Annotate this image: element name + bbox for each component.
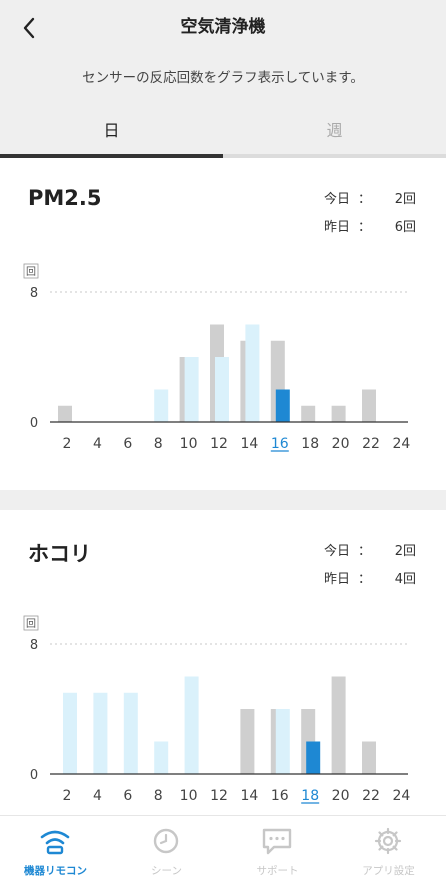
nav-remote[interactable]: 機器リモコン <box>0 816 111 888</box>
bar-current <box>275 389 290 422</box>
x-tick-label: 14 <box>240 788 258 804</box>
x-tick-label: 6 <box>123 788 132 804</box>
today-colon: ： <box>358 544 372 559</box>
tab-day[interactable]: 日 <box>0 112 223 158</box>
x-tick-label: 4 <box>93 788 102 804</box>
chat-icon <box>262 828 292 855</box>
pm25-card: PM2.5 今日 ： 2回 昨日 ： 6回 回 0 8 2 4 6 8 10 12 14 16 18 2… <box>0 158 446 490</box>
y-tick-label: 0 <box>30 416 38 431</box>
yesterday-stat: 昨日 ： 6回 <box>0 216 446 236</box>
nav-label: アプリ設定 <box>362 865 415 877</box>
bar-light <box>154 741 169 774</box>
bottom-nav: 機器リモコン シーン サポート アプリ設定 <box>0 815 446 888</box>
bar-light <box>154 389 169 422</box>
bar-light <box>245 324 260 422</box>
bar-light <box>275 709 290 774</box>
nav-support[interactable]: サポート <box>222 816 333 888</box>
bar-grey <box>301 405 316 422</box>
x-tick-label: 22 <box>362 788 380 804</box>
bar-current <box>306 741 321 774</box>
x-tick-label: 2 <box>63 436 72 452</box>
tab-week[interactable]: 週 <box>223 112 446 158</box>
x-tick-label: 14 <box>240 436 258 452</box>
today-stat: 今日 ： 2回 <box>0 540 446 560</box>
x-tick-label: 8 <box>154 436 163 452</box>
x-tick-label: 24 <box>392 788 410 804</box>
nav-settings[interactable]: アプリ設定 <box>333 816 444 888</box>
x-tick-label: 2 <box>63 788 72 804</box>
nav-scene[interactable]: シーン <box>111 816 222 888</box>
x-tick-label: 16 <box>271 436 289 452</box>
pm25-chart: 回082 4 6 8 10 12 14 16 18 20 22 24 <box>23 263 410 452</box>
bar-grey <box>362 741 376 774</box>
y-tick-label: 8 <box>30 286 38 301</box>
dust-chart: 回082 4 6 8 10 12 14 16 18 20 22 24 <box>23 615 410 804</box>
yesterday-label: 昨日 <box>324 220 351 235</box>
bar-light <box>184 357 199 422</box>
x-tick-label: 20 <box>332 788 350 804</box>
bar-grey <box>240 709 255 774</box>
today-label: 今日 <box>324 544 351 559</box>
bar-grey <box>362 389 376 422</box>
x-tick-label: 12 <box>210 788 228 804</box>
unit-label: 回 <box>26 266 36 278</box>
nav-label: シーン <box>151 865 182 877</box>
section-divider <box>0 490 446 510</box>
bar-grey <box>331 405 346 422</box>
page-title: 空気清浄機 <box>180 17 266 37</box>
today-label: 今日 <box>324 192 351 207</box>
x-tick-label: 6 <box>123 436 132 452</box>
bar-grey <box>58 405 72 422</box>
y-tick-label: 8 <box>30 638 38 653</box>
bar-light <box>184 676 199 774</box>
clock-icon <box>153 828 179 854</box>
today-colon: ： <box>358 192 372 207</box>
today-value: 2回 <box>394 192 416 207</box>
yesterday-colon: ： <box>358 572 372 587</box>
bar-light <box>123 692 138 774</box>
yesterday-stat: 昨日 ： 4回 <box>0 568 446 588</box>
bar-grey <box>331 676 346 774</box>
x-tick-label: 10 <box>180 788 198 804</box>
nav-label: サポート <box>256 865 299 877</box>
bar-light <box>63 692 77 774</box>
yesterday-value: 6回 <box>394 220 416 235</box>
today-value: 2回 <box>394 544 416 559</box>
tab-bar: 日 週 <box>0 112 446 158</box>
x-tick-label: 20 <box>332 436 350 452</box>
bar-light <box>215 357 229 422</box>
page-subtitle: センサーの反応回数をグラフ表示しています。 <box>82 70 364 86</box>
header: 空気清浄機 センサーの反応回数をグラフ表示しています。 日 週 <box>0 0 446 158</box>
yesterday-label: 昨日 <box>324 572 351 587</box>
unit-label: 回 <box>26 618 36 630</box>
gear-icon <box>374 827 402 855</box>
today-stat: 今日 ： 2回 <box>0 188 446 208</box>
yesterday-colon: ： <box>358 220 372 235</box>
dust-card: ホコリ 今日 ： 2回 昨日 ： 4回 回 0 8 2 4 6 8 10 12 14 16 18 20 2… <box>0 510 446 815</box>
bar-light <box>93 692 108 774</box>
x-tick-label: 22 <box>362 436 380 452</box>
x-tick-label: 18 <box>301 436 319 452</box>
x-tick-label: 4 <box>93 436 102 452</box>
x-tick-label: 18 <box>301 788 319 804</box>
x-tick-label: 8 <box>154 788 163 804</box>
nav-label: 機器リモコン <box>24 865 87 877</box>
x-tick-label: 12 <box>210 436 228 452</box>
x-tick-label: 24 <box>392 436 410 452</box>
x-tick-label: 16 <box>271 788 289 804</box>
x-tick-label: 10 <box>180 436 198 452</box>
wifi-icon <box>40 830 70 855</box>
yesterday-value: 4回 <box>394 572 416 587</box>
y-tick-label: 0 <box>30 768 38 783</box>
